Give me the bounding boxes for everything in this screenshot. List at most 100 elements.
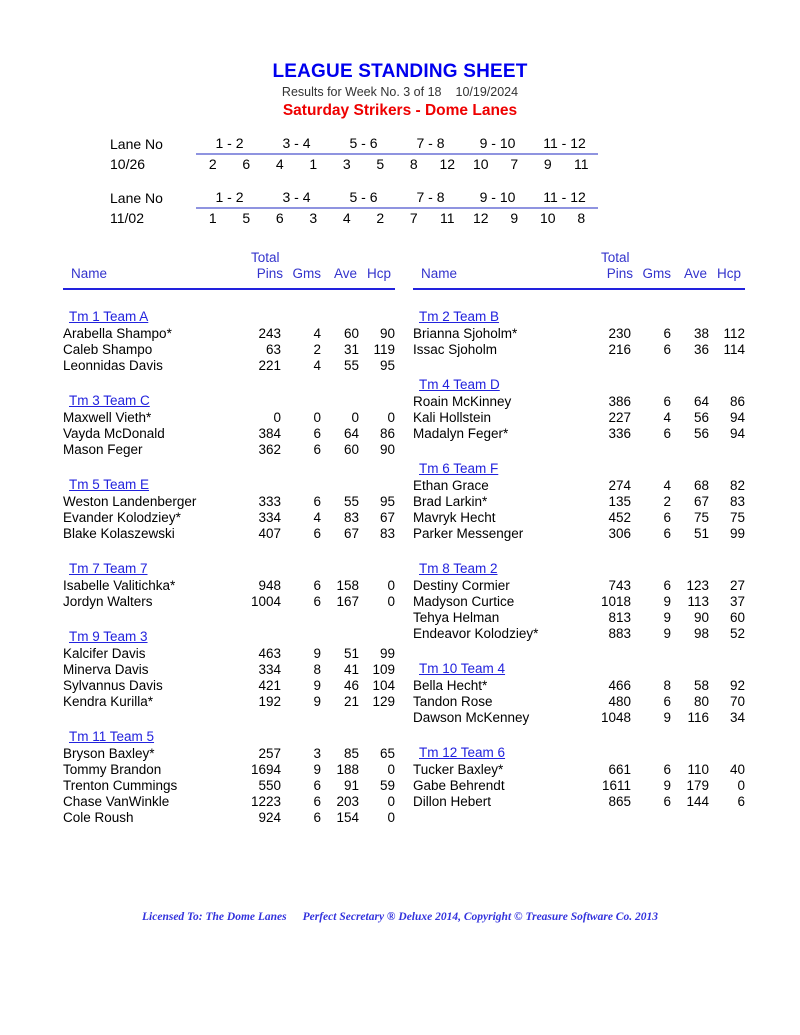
player-games: 6 bbox=[313, 442, 321, 457]
player-name: Evander Kolodziey* bbox=[63, 510, 181, 525]
schedule-team-number: 6 bbox=[275, 210, 284, 226]
player-name: Kendra Kurilla* bbox=[63, 694, 154, 709]
schedule-team-number: 10 bbox=[539, 210, 556, 226]
player-games: 6 bbox=[313, 426, 321, 441]
player-handicap: 6 bbox=[737, 794, 745, 809]
team-list-right: Tm 2 Team B Brianna Sjoholm* 230 6 38 112 Issa… bbox=[413, 308, 745, 810]
player-total-pins: 230 bbox=[608, 326, 631, 341]
team-name-link[interactable]: Tm 1 Team A bbox=[69, 308, 148, 325]
team-block: Tm 7 Team 7 Isabelle Valitichka* 948 6 158 0 J… bbox=[63, 560, 395, 610]
schedule-week-row: 11/02 1 5 6 3 4 2 7 11 12 9 10 8 bbox=[110, 208, 598, 228]
schedule-date: 10/26 bbox=[110, 155, 146, 172]
table-row: Caleb Shampo 63 2 31 119 bbox=[63, 342, 395, 358]
schedule-team-number: 4 bbox=[275, 156, 284, 172]
header-hcp-label: Hcp bbox=[716, 266, 741, 281]
team-name-link[interactable]: Tm 5 Team E bbox=[69, 476, 149, 493]
schedule-lane-header-row: Lane No 1 - 23 - 45 - 67 - 89 - 10 11 - 12 bbox=[110, 188, 598, 209]
player-name: Minerva Davis bbox=[63, 662, 149, 677]
team-name-link[interactable]: Tm 10 Team 4 bbox=[419, 660, 505, 677]
table-row: Evander Kolodziey* 334 4 83 67 bbox=[63, 510, 395, 526]
player-games: 9 bbox=[663, 778, 671, 793]
player-average: 80 bbox=[693, 694, 709, 709]
player-handicap: 0 bbox=[387, 594, 395, 609]
team-name-link[interactable]: Tm 4 Team D bbox=[419, 376, 500, 393]
player-average: 51 bbox=[693, 526, 709, 541]
header-rule bbox=[413, 288, 745, 290]
player-total-pins: 384 bbox=[258, 426, 281, 441]
player-name: Arabella Shampo* bbox=[63, 326, 172, 341]
schedule-team-number: 6 bbox=[242, 156, 251, 172]
schedule-team-number: 12 bbox=[472, 210, 489, 226]
table-row: Weston Landenberger 333 6 55 95 bbox=[63, 494, 395, 510]
sheet-footer: Licensed To: The Dome Lanes Perfect Secre… bbox=[0, 911, 800, 923]
team-name-link[interactable]: Tm 2 Team B bbox=[419, 308, 499, 325]
player-games: 4 bbox=[313, 510, 321, 525]
team-name-link[interactable]: Tm 9 Team 3 bbox=[69, 628, 148, 645]
schedule-team-number: 2 bbox=[376, 210, 385, 226]
table-row: Parker Messenger 306 6 51 99 bbox=[413, 526, 745, 542]
schedule-team-number: 7 bbox=[510, 156, 519, 172]
team-name-link[interactable]: Tm 8 Team 2 bbox=[419, 560, 498, 577]
team-name-link[interactable]: Tm 6 Team F bbox=[419, 460, 498, 477]
table-row: Minerva Davis 334 8 41 109 bbox=[63, 662, 395, 678]
player-games: 2 bbox=[663, 494, 671, 509]
player-average: 0 bbox=[351, 410, 359, 425]
team-block: Tm 12 Team 6 Tucker Baxley* 661 6 110 40 Gabe … bbox=[413, 744, 745, 810]
player-name: Parker Messenger bbox=[413, 526, 524, 541]
player-total-pins: 192 bbox=[258, 694, 281, 709]
schedule-team-number: 10 bbox=[472, 156, 489, 172]
player-games: 9 bbox=[663, 626, 671, 641]
schedule-team-number: 3 bbox=[309, 210, 318, 226]
player-handicap: 0 bbox=[387, 810, 395, 825]
player-average: 56 bbox=[693, 410, 709, 425]
schedule-team-number: 2 bbox=[208, 156, 217, 172]
header-total-label: Total bbox=[601, 250, 630, 265]
header-ave-label: Ave bbox=[683, 266, 707, 281]
player-name: Mason Feger bbox=[63, 442, 143, 457]
lane-pair-label: 1 - 2 bbox=[196, 134, 263, 155]
player-handicap: 86 bbox=[379, 426, 395, 441]
lane-pair-label: 9 - 10 bbox=[464, 188, 531, 209]
team-list-left: Tm 1 Team A Arabella Shampo* 243 4 60 90 Caleb… bbox=[63, 308, 395, 826]
table-row: Issac Sjoholm 216 6 36 114 bbox=[413, 342, 745, 358]
player-average: 56 bbox=[693, 426, 709, 441]
player-total-pins: 1004 bbox=[250, 594, 281, 609]
player-total-pins: 216 bbox=[608, 342, 631, 357]
table-row: Kendra Kurilla* 192 9 21 129 bbox=[63, 694, 395, 710]
player-average: 110 bbox=[687, 762, 709, 777]
licensed-to-text: Licensed To: The Dome Lanes bbox=[142, 911, 287, 923]
team-name-link[interactable]: Tm 3 Team C bbox=[69, 392, 150, 409]
schedule-date: 11/02 bbox=[110, 209, 144, 226]
player-table: Arabella Shampo* 243 4 60 90 Caleb Shampo 63 2 3… bbox=[63, 326, 395, 374]
schedule-team-number: 8 bbox=[577, 210, 586, 226]
player-total-pins: 1048 bbox=[600, 710, 631, 725]
player-name: Roain McKinney bbox=[413, 394, 512, 409]
team-block: Tm 11 Team 5 Bryson Baxley* 257 3 85 65 Tommy … bbox=[63, 728, 395, 826]
player-table: Isabelle Valitichka* 948 6 158 0 Jordyn Walte… bbox=[63, 578, 395, 610]
page-title: LEAGUE STANDING SHEET bbox=[272, 61, 528, 82]
player-games: 9 bbox=[313, 646, 321, 661]
team-name-link[interactable]: Tm 11 Team 5 bbox=[69, 728, 154, 745]
team-name-link[interactable]: Tm 7 Team 7 bbox=[69, 560, 148, 577]
player-name: Issac Sjoholm bbox=[413, 342, 498, 357]
week-label: Results for Week No. 3 of 18 bbox=[281, 85, 442, 99]
player-table: Bella Hecht* 466 8 58 92 Tandon Rose 480 6 80 70 D… bbox=[413, 678, 745, 726]
table-row: Roain McKinney 386 6 64 86 bbox=[413, 394, 745, 410]
schedule-team-number: 9 bbox=[543, 156, 552, 172]
player-games: 6 bbox=[663, 326, 671, 341]
player-name: Vayda McDonald bbox=[63, 426, 165, 441]
player-handicap: 0 bbox=[387, 794, 395, 809]
player-games: 6 bbox=[313, 526, 321, 541]
player-total-pins: 421 bbox=[258, 678, 281, 693]
table-row: Bryson Baxley* 257 3 85 65 bbox=[63, 746, 395, 762]
player-total-pins: 743 bbox=[608, 578, 631, 593]
lane-pair-label: 3 - 4 bbox=[263, 134, 330, 155]
header-stat-labels: Pins Gms Ave Hcp bbox=[251, 266, 391, 281]
player-average: 113 bbox=[687, 594, 709, 609]
team-name-link[interactable]: Tm 12 Team 6 bbox=[419, 744, 505, 761]
header-gms-label: Gms bbox=[292, 266, 322, 281]
schedule-table: Lane No 1 - 23 - 45 - 67 - 89 - 10 11 - 12… bbox=[110, 188, 598, 228]
schedule-team-number: 1 bbox=[208, 210, 217, 226]
player-average: 55 bbox=[343, 494, 359, 509]
table-row: Dawson McKenney 1048 9 116 34 bbox=[413, 710, 745, 726]
